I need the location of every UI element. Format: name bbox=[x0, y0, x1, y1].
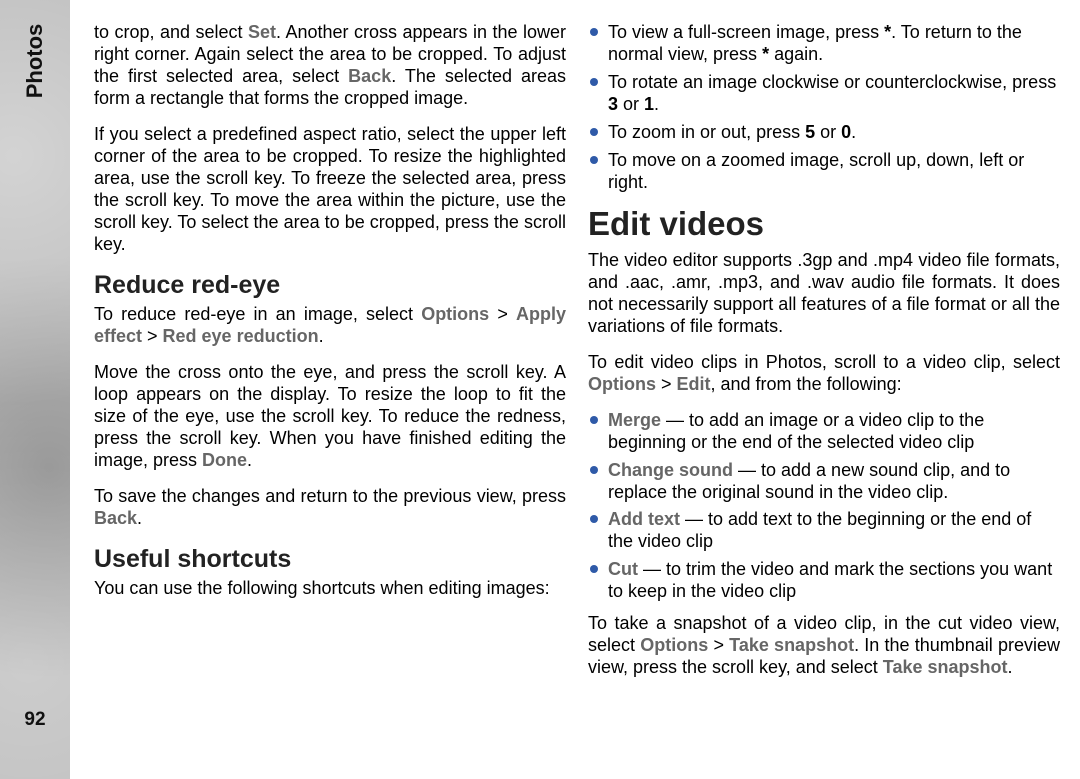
key-1: 1 bbox=[644, 94, 654, 114]
shortcuts-list: To view a full-screen image, press *. To… bbox=[588, 22, 1060, 194]
shortcuts-intro-paragraph: You can use the following shortcuts when… bbox=[94, 578, 566, 600]
body-text: to crop, and select Set. Another cross a… bbox=[70, 0, 1080, 779]
back-key: Back bbox=[348, 66, 391, 86]
list-item: To view a full-screen image, press *. To… bbox=[588, 22, 1060, 66]
key-0: 0 bbox=[841, 122, 851, 142]
section-label: Photos bbox=[22, 24, 48, 99]
list-item: To zoom in or out, press 5 or 0. bbox=[588, 122, 1060, 144]
set-key: Set bbox=[248, 22, 276, 42]
done-key: Done bbox=[202, 450, 247, 470]
useful-shortcuts-heading: Useful shortcuts bbox=[94, 544, 566, 575]
options-key: Options bbox=[640, 635, 708, 655]
key-3: 3 bbox=[608, 94, 618, 114]
redeye-steps-paragraph: Move the cross onto the eye, and press t… bbox=[94, 362, 566, 472]
snapshot-paragraph: To take a snapshot of a video clip, in t… bbox=[588, 613, 1060, 679]
edit-clips-paragraph: To edit video clips in Photos, scroll to… bbox=[588, 352, 1060, 396]
add-text-key: Add text bbox=[608, 509, 680, 529]
merge-key: Merge bbox=[608, 410, 661, 430]
red-eye-reduction-key: Red eye reduction bbox=[163, 326, 319, 346]
crop-paragraph: to crop, and select Set. Another cross a… bbox=[94, 22, 566, 110]
key-5: 5 bbox=[805, 122, 815, 142]
side-tab: Photos 92 bbox=[0, 0, 70, 779]
back-key-2: Back bbox=[94, 508, 137, 528]
list-item: Add text — to add text to the beginning … bbox=[588, 509, 1060, 553]
cut-key: Cut bbox=[608, 559, 638, 579]
manual-page: Photos 92 to crop, and select Set. Anoth… bbox=[0, 0, 1080, 779]
list-item: Merge — to add an image or a video clip … bbox=[588, 410, 1060, 454]
list-item: To move on a zoomed image, scroll up, do… bbox=[588, 150, 1060, 194]
list-item: Cut — to trim the video and mark the sec… bbox=[588, 559, 1060, 603]
take-snapshot-key: Take snapshot bbox=[729, 635, 854, 655]
edit-options-list: Merge — to add an image or a video clip … bbox=[588, 410, 1060, 604]
redeye-path-paragraph: To reduce red-eye in an image, select Op… bbox=[94, 304, 566, 348]
list-item: Change sound — to add a new sound clip, … bbox=[588, 460, 1060, 504]
edit-videos-heading: Edit videos bbox=[588, 204, 1060, 244]
save-paragraph: To save the changes and return to the pr… bbox=[94, 486, 566, 530]
options-key: Options bbox=[588, 374, 656, 394]
list-item: To rotate an image clockwise or counterc… bbox=[588, 72, 1060, 116]
page-number: 92 bbox=[24, 709, 45, 731]
aspect-paragraph: If you select a predefined aspect ratio,… bbox=[94, 124, 566, 256]
formats-paragraph: The video editor supports .3gp and .mp4 … bbox=[588, 250, 1060, 338]
options-key: Options bbox=[421, 304, 489, 324]
reduce-redeye-heading: Reduce red-eye bbox=[94, 270, 566, 301]
take-snapshot-key-2: Take snapshot bbox=[883, 657, 1008, 677]
change-sound-key: Change sound bbox=[608, 460, 733, 480]
edit-key: Edit bbox=[677, 374, 711, 394]
